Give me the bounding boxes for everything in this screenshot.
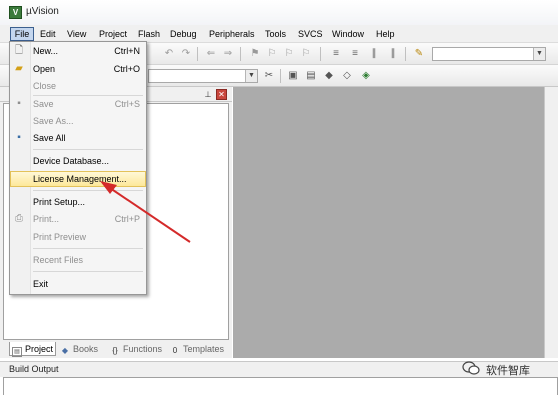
wechat-logo-icon (462, 361, 480, 375)
watermark-text: 软件智库 (486, 365, 530, 377)
annotation-arrow (100, 181, 191, 243)
arrow-shaft (109, 187, 191, 243)
